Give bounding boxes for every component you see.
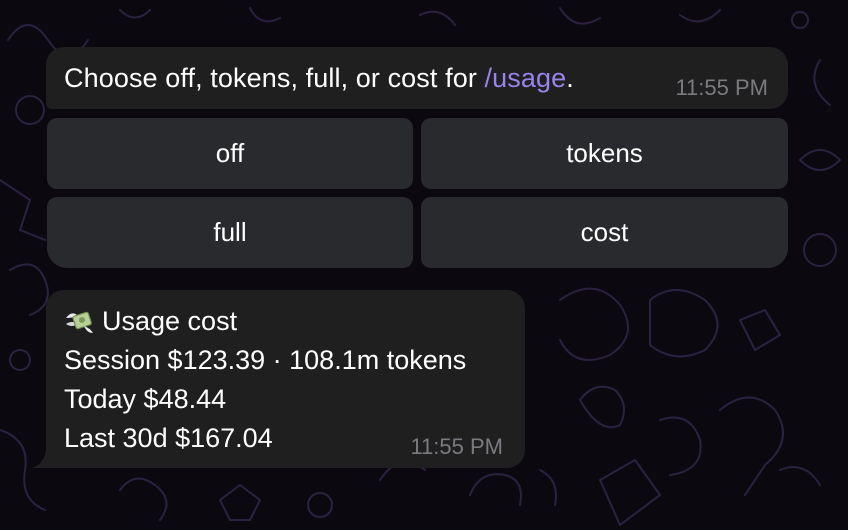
usage-last30d-line: Last 30d $167.04 [64,423,273,453]
message-bubble-prompt: Choose off, tokens, full, or cost for /u… [46,47,788,109]
message-text: Choose off, tokens, full, or cost for /u… [64,61,574,95]
keyboard-button-cost[interactable]: cost [421,197,788,268]
keyboard-button-full[interactable]: full [47,197,413,268]
message-text-after: . [566,63,574,93]
money-wings-icon [66,311,93,333]
usage-cost-text: Usage cost Session $123.39 · 108.1m toke… [64,302,466,458]
message-timestamp: 11:55 PM [675,75,768,100]
keyboard-button-tokens[interactable]: tokens [421,118,788,189]
message-timestamp: 11:55 PM [410,434,503,459]
usage-cost-heading: Usage cost [64,302,466,341]
message-bubble-usage-cost: Usage cost Session $123.39 · 108.1m toke… [32,290,525,468]
usage-today-line: Today $48.44 [64,384,227,414]
usage-cost-heading-text: Usage cost [102,306,238,336]
usage-command-link[interactable]: /usage [485,63,567,93]
keyboard-button-off[interactable]: off [47,118,413,189]
usage-session-line: Session $123.39 · 108.1m tokens [64,345,467,375]
bubble-tail [32,450,52,468]
message-text-before: Choose off, tokens, full, or cost for [64,63,485,93]
